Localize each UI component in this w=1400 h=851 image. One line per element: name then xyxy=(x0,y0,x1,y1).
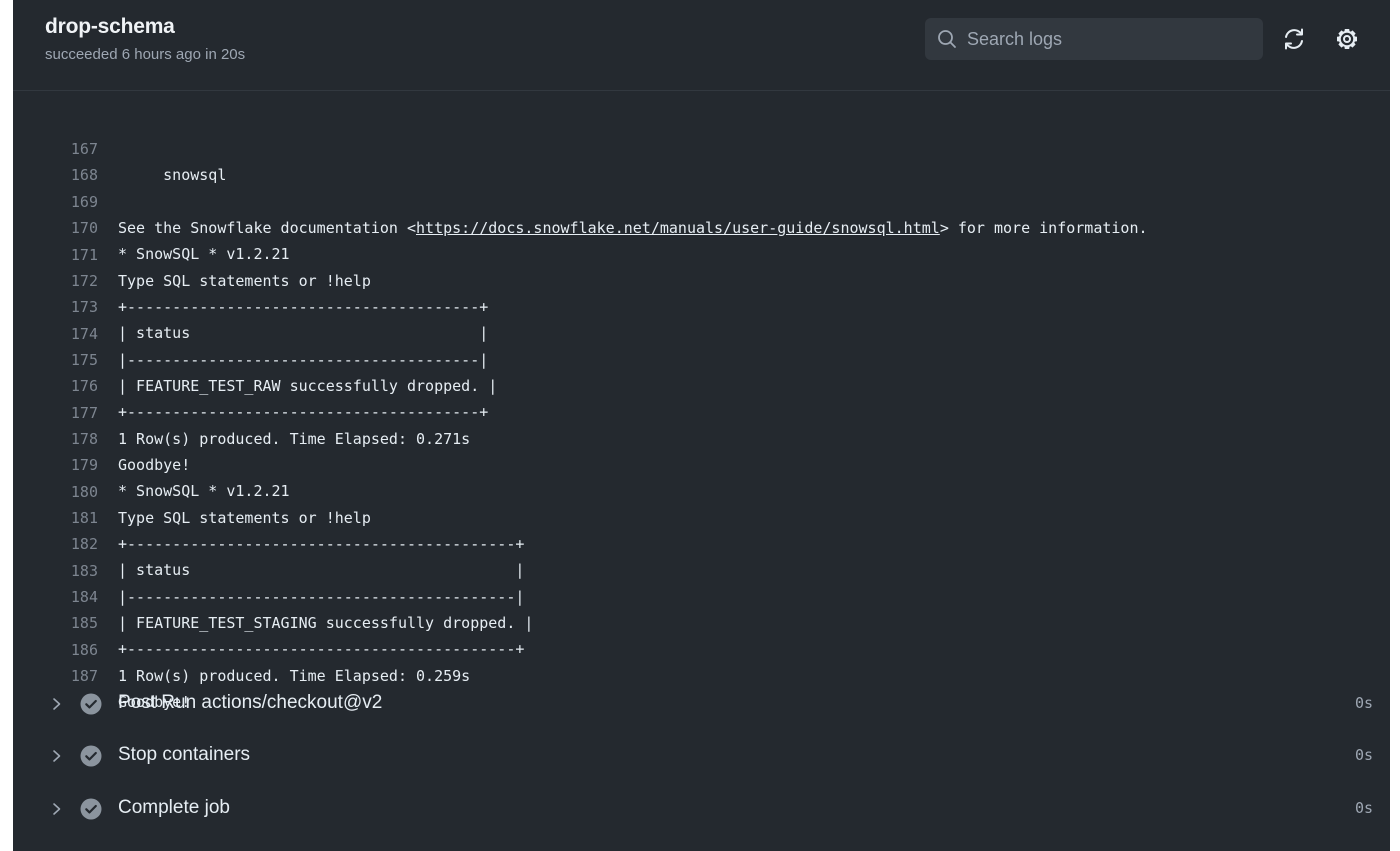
step-stop-containers[interactable]: Stop containers 0s xyxy=(13,731,1390,781)
check-circle-icon xyxy=(80,798,102,820)
gear-icon[interactable] xyxy=(1334,26,1360,52)
job-title: drop-schema xyxy=(45,15,175,38)
job-header: drop-schema succeeded 6 hours ago in 20s xyxy=(13,0,1390,91)
search-logs-input[interactable] xyxy=(967,18,1252,60)
log-line: 168 xyxy=(13,136,1390,184)
log-line: 173 | status | xyxy=(13,268,1390,342)
step-label: Complete job xyxy=(118,797,230,818)
log-line: 187 Goodbye! xyxy=(13,637,1390,711)
log-line: 182 | status | xyxy=(13,505,1390,579)
step-label: Stop containers xyxy=(118,744,251,765)
job-log-panel: drop-schema succeeded 6 hours ago in 20s xyxy=(13,0,1390,851)
log-line: 178 Goodbye! xyxy=(13,400,1390,474)
refresh-icon[interactable] xyxy=(1281,26,1307,52)
step-post-run-checkout[interactable]: Post Run actions/checkout@v2 0s xyxy=(13,679,1390,729)
job-status-text: succeeded 6 hours ago in 20s xyxy=(45,46,246,63)
search-icon xyxy=(938,30,956,48)
chevron-right-icon[interactable] xyxy=(49,801,65,817)
log-line: 181 +-----------------------------------… xyxy=(13,479,1390,553)
log-output: 167 snowsql 168 169 See the Snowflake do… xyxy=(13,92,1390,711)
log-line: 170 * SnowSQL * v1.2.21 xyxy=(13,189,1390,263)
log-line: 185 +-----------------------------------… xyxy=(13,584,1390,658)
step-duration: 0s xyxy=(1354,746,1373,764)
log-line: 184 | FEATURE_TEST_STAGING successfully … xyxy=(13,558,1390,632)
chevron-right-icon[interactable] xyxy=(49,748,65,764)
chevron-right-icon[interactable] xyxy=(49,696,65,712)
log-line: 180 Type SQL statements or !help xyxy=(13,453,1390,527)
log-line: 177 1 Row(s) produced. Time Elapsed: 0.2… xyxy=(13,374,1390,448)
log-line: 167 snowsql xyxy=(13,110,1390,184)
log-line: 175 | FEATURE_TEST_RAW successfully drop… xyxy=(13,321,1390,395)
log-line: 183 |-----------------------------------… xyxy=(13,532,1390,606)
step-label: Post Run actions/checkout@v2 xyxy=(118,692,383,713)
log-line: 179 * SnowSQL * v1.2.21 xyxy=(13,426,1390,500)
check-circle-icon xyxy=(80,745,102,767)
log-line: 186 1 Row(s) produced. Time Elapsed: 0.2… xyxy=(13,611,1390,685)
log-line: 172 +-----------------------------------… xyxy=(13,242,1390,316)
log-line: 174 |-----------------------------------… xyxy=(13,295,1390,369)
check-circle-icon xyxy=(80,693,102,715)
step-duration: 0s xyxy=(1354,694,1373,712)
log-line: 171 Type SQL statements or !help xyxy=(13,216,1390,290)
step-complete-job[interactable]: Complete job 0s xyxy=(13,784,1390,834)
search-logs-box[interactable] xyxy=(925,18,1263,60)
step-duration: 0s xyxy=(1354,799,1373,817)
log-line: 176 +-----------------------------------… xyxy=(13,347,1390,421)
log-line: 169 See the Snowflake documentation <htt… xyxy=(13,163,1390,237)
